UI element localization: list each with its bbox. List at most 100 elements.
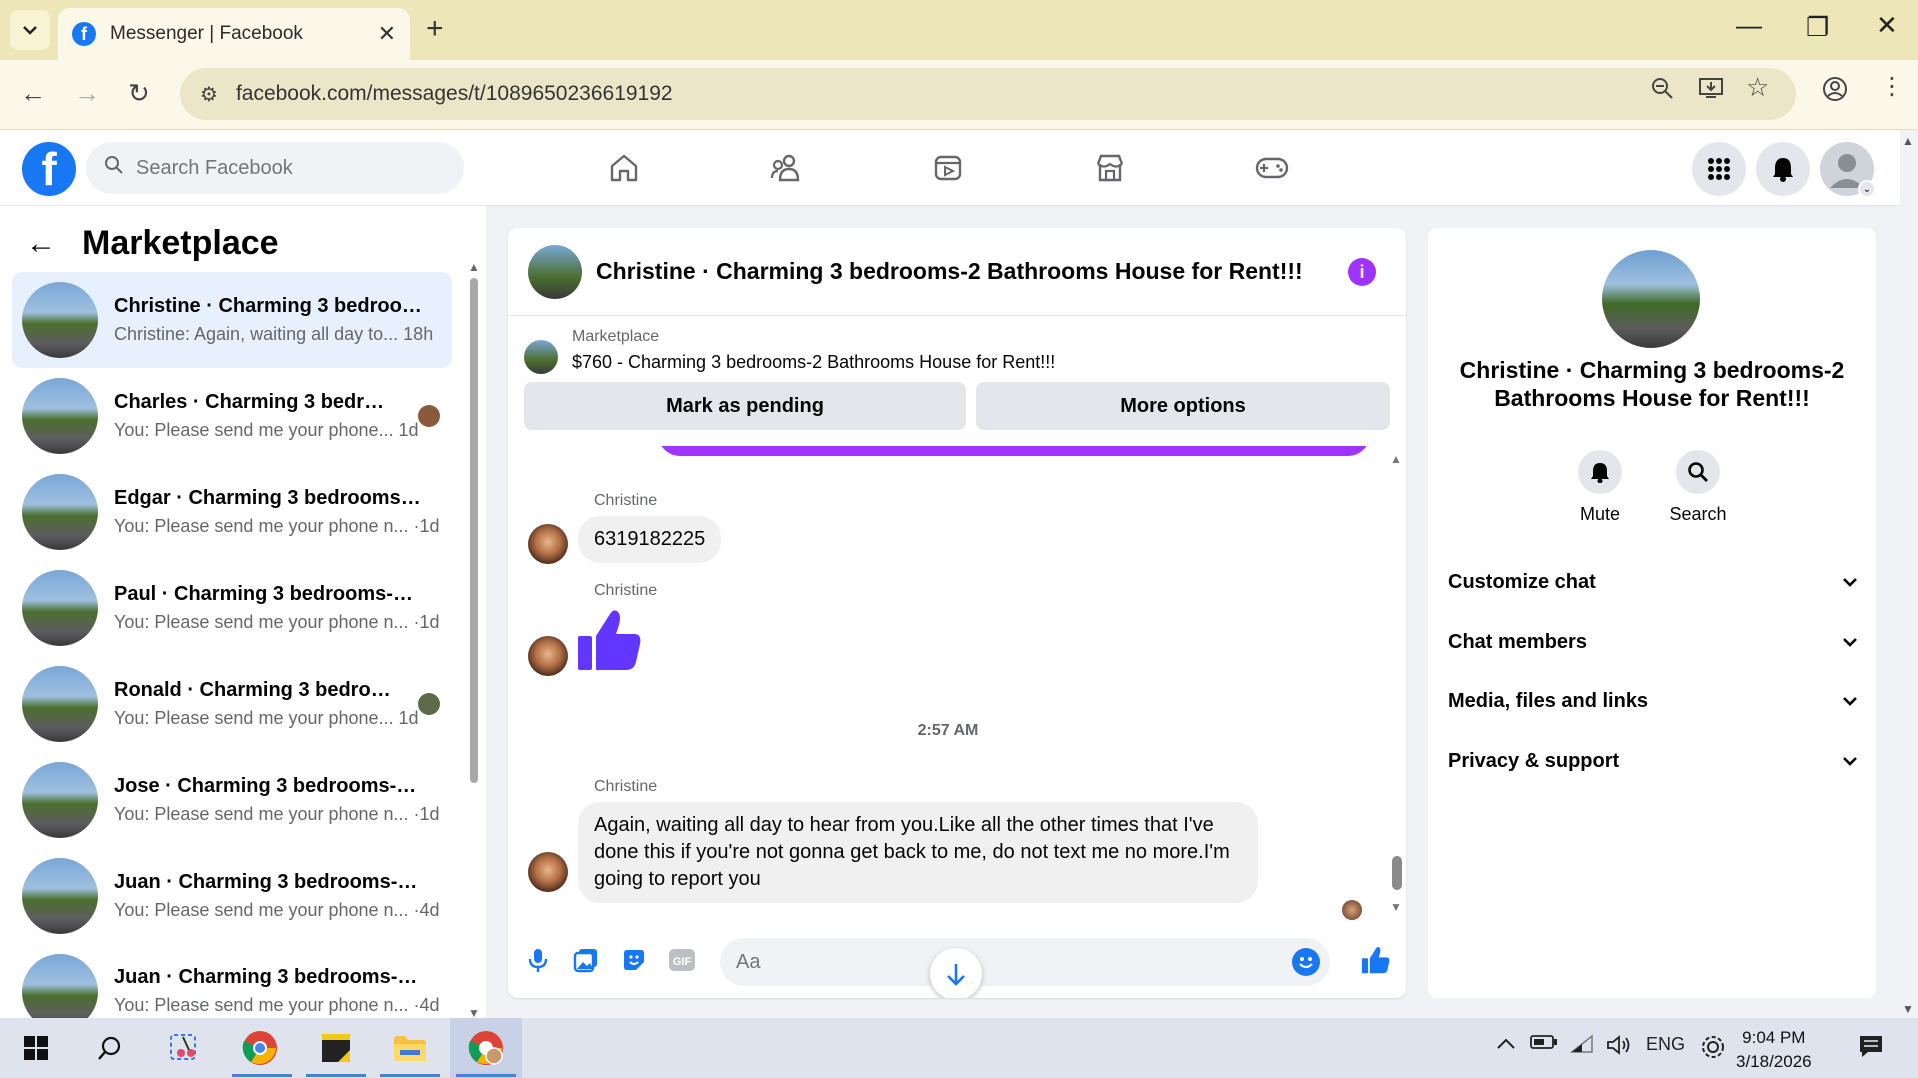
browser-tab-bar: f Messenger | Facebook ✕ + — ❐ ✕ xyxy=(0,0,1918,60)
scroll-to-bottom-button[interactable] xyxy=(930,948,982,998)
url-text[interactable]: facebook.com/messages/t/1089650236619192 xyxy=(236,82,673,106)
menu-grid-icon[interactable] xyxy=(1692,142,1746,196)
conversation-preview: You: Please send me your phone... xyxy=(114,420,394,440)
facebook-logo-icon[interactable]: f xyxy=(22,142,76,196)
customize-chat-section[interactable]: Customize chat xyxy=(1448,558,1858,606)
back-arrow-icon[interactable]: ← xyxy=(26,227,56,261)
language-indicator[interactable]: ENG xyxy=(1646,1034,1685,1055)
page-scroll-down-icon[interactable]: ▼ xyxy=(1902,1002,1914,1016)
restore-button[interactable]: ❐ xyxy=(1806,12,1829,43)
sticker-icon[interactable] xyxy=(616,942,652,978)
browser-tab[interactable]: f Messenger | Facebook ✕ xyxy=(58,8,410,60)
snipping-tool-icon[interactable] xyxy=(164,1028,204,1068)
message-input[interactable] xyxy=(736,950,1236,974)
search-icon[interactable] xyxy=(1676,450,1720,494)
mark-as-pending-button[interactable]: Mark as pending xyxy=(524,382,966,430)
page-scroll-up-icon[interactable]: ▲ xyxy=(1902,134,1914,148)
bookmark-star-icon[interactable]: ☆ xyxy=(1746,72,1769,103)
back-button[interactable]: ← xyxy=(20,78,46,109)
close-tab-icon[interactable]: ✕ xyxy=(378,21,396,47)
conversation-item[interactable]: Paul · Charming 3 bedrooms-2 ... You: Pl… xyxy=(12,560,452,656)
conversation-time: 4d xyxy=(419,995,440,1015)
search-action[interactable]: Search xyxy=(1658,450,1738,525)
friends-icon[interactable] xyxy=(764,148,808,188)
chrome-icon[interactable] xyxy=(240,1028,280,1068)
gif-icon[interactable]: GIF xyxy=(664,942,700,978)
conversation-item[interactable]: Jose · Charming 3 bedrooms-2 ... You: Pl… xyxy=(12,752,452,848)
chat-scroll-up-icon[interactable]: ▲ xyxy=(1390,452,1402,466)
listing-avatar xyxy=(22,378,98,454)
windows-start-icon[interactable] xyxy=(16,1028,56,1068)
privacy-support-section[interactable]: Privacy & support xyxy=(1448,737,1858,785)
microphone-icon[interactable] xyxy=(520,942,556,978)
sticky-running-indicator xyxy=(306,1074,366,1077)
media-files-links-section[interactable]: Media, files and links xyxy=(1448,677,1858,725)
chat-scrollbar-thumb[interactable] xyxy=(1392,856,1402,890)
forward-button[interactable]: → xyxy=(74,78,100,109)
profile-icon[interactable] xyxy=(1822,76,1848,108)
message-list: vPlease send me your phone number my tea… xyxy=(508,446,1406,928)
conversation-item[interactable]: Ronald · Charming 3 bedroo... You: Pleas… xyxy=(12,656,452,752)
chat-scroll-down-icon[interactable]: ▼ xyxy=(1390,900,1402,914)
conversation-item[interactable]: Juan · Charming 3 bedrooms-2 ... You: Pl… xyxy=(12,944,452,1018)
sender-avatar[interactable] xyxy=(528,852,568,892)
show-hidden-icons-chevron[interactable] xyxy=(1496,1034,1516,1055)
volume-icon[interactable] xyxy=(1606,1034,1632,1061)
sticky-notes-icon[interactable] xyxy=(316,1028,356,1068)
home-icon[interactable] xyxy=(602,148,646,188)
new-tab-button[interactable]: + xyxy=(426,12,444,46)
minimize-button[interactable]: — xyxy=(1736,10,1762,41)
chat-avatar[interactable] xyxy=(528,244,582,299)
conversation-time: 4d xyxy=(419,900,440,920)
site-info-icon[interactable]: ⚙ xyxy=(200,82,218,107)
more-options-button[interactable]: More options xyxy=(976,382,1390,430)
conversation-item[interactable]: Christine · Charming 3 bedroom... Christ… xyxy=(12,272,452,368)
conversation-preview: You: Please send me your phone n... xyxy=(114,516,409,536)
windows-search-icon[interactable] xyxy=(90,1028,130,1068)
photo-icon[interactable] xyxy=(568,942,604,978)
video-icon[interactable] xyxy=(926,148,970,188)
conversation-item[interactable]: Edgar · Charming 3 bedrooms-2... You: Pl… xyxy=(12,464,452,560)
info-icon[interactable]: i xyxy=(1348,258,1376,286)
close-window-button[interactable]: ✕ xyxy=(1876,10,1898,41)
message-input-box[interactable] xyxy=(720,938,1330,986)
section-label: Customize chat xyxy=(1448,570,1596,593)
mute-action[interactable]: Mute xyxy=(1560,450,1640,525)
conversation-name: Jose · Charming 3 bedrooms-2 ... xyxy=(114,775,424,797)
account-chevron-icon[interactable]: ⌄ xyxy=(1858,180,1876,198)
marketplace-icon[interactable] xyxy=(1088,148,1132,188)
facebook-search[interactable] xyxy=(86,142,464,194)
chat-members-section[interactable]: Chat members xyxy=(1448,618,1858,666)
scroll-up-arrow-icon[interactable]: ▲ xyxy=(468,260,480,274)
notification-center-icon[interactable] xyxy=(1858,1034,1884,1063)
zoom-icon[interactable] xyxy=(1650,76,1674,106)
file-explorer-icon[interactable] xyxy=(390,1028,430,1068)
taskbar-clock[interactable]: 9:04 PM 3/18/2026 xyxy=(1736,1026,1812,1074)
tab-search-button[interactable] xyxy=(10,10,50,50)
settings-gear-icon[interactable] xyxy=(1700,1034,1726,1065)
sender-avatar[interactable] xyxy=(528,524,568,564)
scrollbar-thumb[interactable] xyxy=(470,278,478,783)
thumbs-up-send-icon[interactable] xyxy=(1358,942,1394,978)
conversation-list-scrollbar[interactable]: ▲ ▼ xyxy=(468,260,480,1020)
url-bar[interactable]: ⚙ facebook.com/messages/t/10896502366191… xyxy=(180,68,1796,120)
sender-avatar[interactable] xyxy=(528,636,568,676)
reload-button[interactable]: ↻ xyxy=(128,78,150,109)
conversation-name: Paul · Charming 3 bedrooms-2 ... xyxy=(114,583,424,605)
account-avatar-icon[interactable]: ⌄ xyxy=(1820,142,1876,198)
facebook-search-input[interactable] xyxy=(136,156,436,180)
conversation-item[interactable]: Charles · Charming 3 bedroo... You: Plea… xyxy=(12,368,452,464)
conversation-item[interactable]: Juan · Charming 3 bedrooms-2 ... You: Pl… xyxy=(12,848,452,944)
gaming-icon[interactable] xyxy=(1250,148,1294,188)
browser-menu-icon[interactable]: ⋮ xyxy=(1880,72,1904,101)
listing-title[interactable]: $760 - Charming 3 bedrooms-2 Bathrooms H… xyxy=(572,352,1055,373)
wifi-icon[interactable] xyxy=(1569,1034,1596,1059)
notifications-bell-icon[interactable] xyxy=(1756,142,1810,196)
chat-title[interactable]: Christine · Charming 3 bedrooms-2 Bathro… xyxy=(596,258,1303,285)
battery-icon[interactable] xyxy=(1530,1034,1558,1055)
install-app-icon[interactable] xyxy=(1698,76,1724,106)
bell-icon[interactable] xyxy=(1578,450,1622,494)
emoji-icon[interactable] xyxy=(1292,948,1320,976)
chrome-profile-icon[interactable] xyxy=(466,1028,506,1068)
listing-source: Marketplace xyxy=(572,328,660,345)
